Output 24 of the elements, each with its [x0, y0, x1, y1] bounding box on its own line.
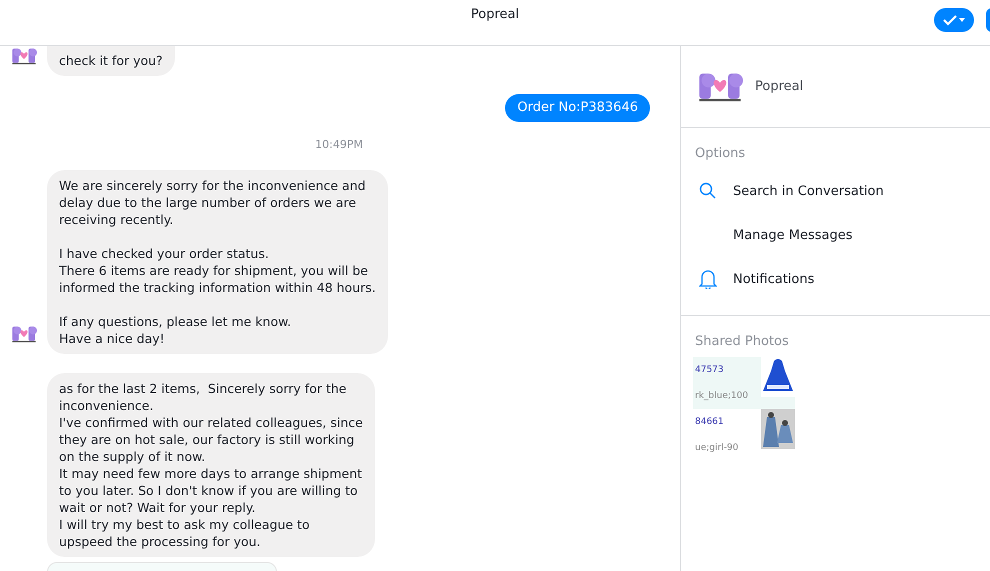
shared-photo-card[interactable]: 47573 rk_blue;100 — [693, 357, 795, 409]
message-bubble: check it for you? — [47, 46, 175, 76]
timestamp: 10:49PM — [315, 138, 363, 151]
photo-detail: rk_blue;100 — [695, 391, 750, 401]
message-bubble: as for the last 2 items, Sincerely sorry for the inconvenience. I've confirmed with our related colleagues, since they are on hot sale, our factory is still working on the supply of it now. It may need few more days to arrange shipment to you later. So I don't know if you are willing to wait or not? Wait for your reply. I will try my best to ask my colleague to upspeed the processing for you. — [47, 373, 375, 557]
search-icon — [699, 182, 717, 200]
photo-detail: ue;girl-90 — [695, 443, 740, 453]
option-item[interactable]: Manage Messages — [733, 228, 853, 242]
window-title: Popreal — [470, 7, 520, 22]
logo-icon — [11, 324, 37, 344]
message-bubble: Order No:P383646 — [505, 94, 650, 122]
message-bubble: We are sincerely sorry for the inconvenience and delay due to the large number of orders we are receiving recently. I have checked your order status. There 6 items are ready for shipment, you will be informed the tracking information within 48 hours. If any questions, please let me know. Have a nice day! — [47, 170, 388, 354]
option-item[interactable]: Notifications — [733, 272, 814, 286]
photo-code: 47573 — [695, 365, 725, 375]
check-menu-button[interactable] — [934, 8, 974, 32]
photo-code: 84661 — [695, 417, 725, 427]
check-icon — [943, 14, 957, 26]
bell-icon — [699, 269, 717, 289]
section-label: Options — [695, 146, 746, 161]
caret-icon — [959, 18, 965, 22]
contact-name: Popreal — [755, 79, 804, 94]
logo-icon — [11, 46, 37, 66]
section-label: Shared Photos — [695, 334, 789, 349]
option-item[interactable]: Search in Conversation — [733, 184, 884, 198]
